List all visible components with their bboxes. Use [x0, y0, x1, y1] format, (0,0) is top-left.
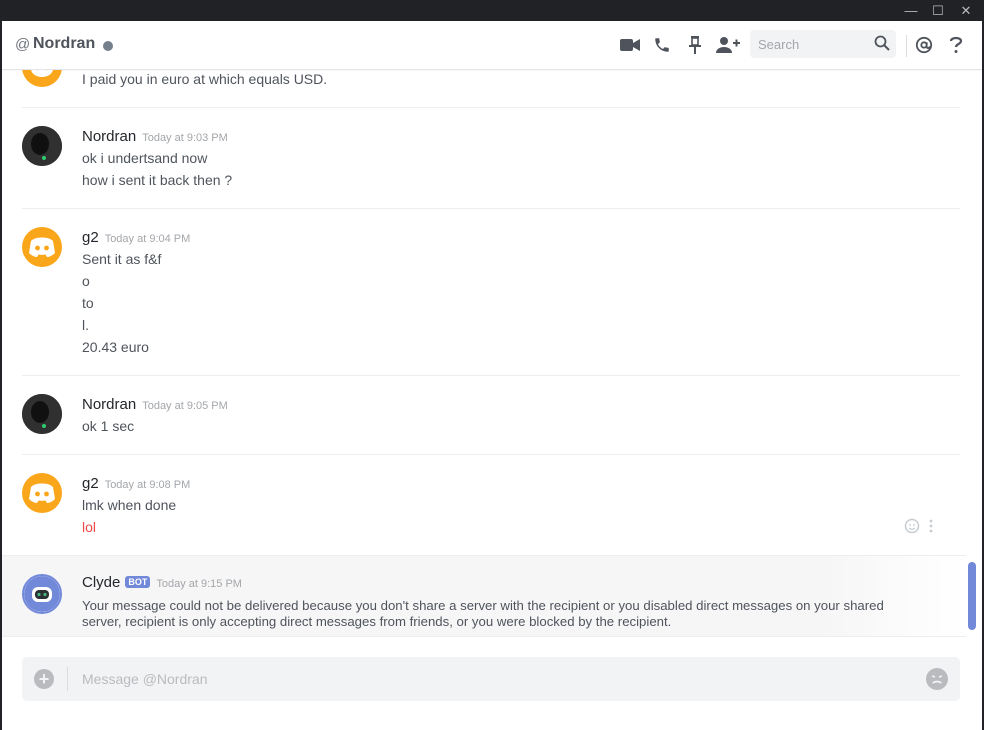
message-text: how i sent it back then ? — [82, 172, 233, 188]
more-options-icon[interactable] — [928, 518, 934, 539]
message-text: I paid you in euro at which equals USD. — [82, 71, 328, 87]
message-text: o — [82, 273, 90, 289]
message-author[interactable]: Nordran Today at 9:05 PM — [82, 396, 228, 413]
message-timestamp: Today at 9:03 PM — [142, 132, 228, 144]
author-name[interactable]: Clyde — [82, 574, 120, 591]
video-call-icon[interactable] — [619, 34, 641, 56]
message-author[interactable]: g2 Today at 9:04 PM — [82, 229, 190, 246]
message-item: Nordran Today at 9:05 PM ok 1 sec — [2, 376, 966, 454]
avatar[interactable] — [22, 227, 62, 267]
message-text: lmk when done — [82, 497, 177, 513]
message-author[interactable]: g2 Today at 9:08 PM — [82, 475, 190, 492]
message-text: lol — [82, 519, 97, 535]
message-item: Nordran Today at 9:03 PM ok i undertsand … — [2, 108, 966, 208]
pin-icon[interactable] — [684, 34, 706, 56]
message-divider — [2, 636, 966, 637]
message-text: Your message could not be delivered beca… — [82, 598, 884, 613]
message-text: to — [82, 295, 94, 311]
message-text: l. — [82, 317, 89, 333]
message-timestamp: Today at 9:04 PM — [104, 233, 191, 245]
message-item: g2 Today at 9:08 PM lmk when done lol — [2, 455, 966, 555]
message-composer[interactable]: + Message @Nordran — [22, 657, 960, 701]
close-button[interactable]: ✕ — [952, 0, 980, 21]
at-symbol-icon: @ — [15, 36, 31, 53]
message-text: ok 1 sec — [82, 418, 135, 434]
message-timestamp: Today at 9:15 PM — [156, 578, 242, 590]
message-timestamp: Today at 9:05 PM — [142, 400, 228, 412]
search-placeholder: Search — [758, 37, 800, 52]
message-author[interactable]: Clyde BOT Today at 9:15 PM — [82, 574, 242, 591]
voice-call-icon[interactable] — [651, 34, 673, 56]
message-author[interactable]: Nordran Today at 9:03 PM — [82, 128, 228, 145]
message-text: ok i undertsand now — [82, 150, 208, 166]
minimize-button[interactable]: — — [897, 0, 925, 21]
search-icon[interactable] — [874, 35, 890, 56]
add-friend-icon[interactable] — [715, 34, 741, 56]
channel-header: @ Nordran Search — [2, 21, 982, 70]
message-list[interactable]: I paid you in euro at which equals USD. … — [2, 70, 966, 640]
mention-icon[interactable] — [913, 34, 935, 56]
header-divider — [906, 35, 907, 57]
avatar[interactable] — [22, 126, 62, 166]
author-name[interactable]: g2 — [82, 229, 99, 246]
author-name[interactable]: Nordran — [82, 396, 136, 413]
avatar[interactable] — [22, 394, 62, 434]
status-offline-indicator — [103, 41, 113, 51]
window-titlebar: — ☐ ✕ — [0, 0, 984, 21]
message-item: I paid you in euro at which equals USD. — [2, 70, 966, 107]
message-text: server, recipient is only accepting dire… — [82, 614, 672, 629]
author-name[interactable]: g2 — [82, 475, 99, 492]
message-text: 20.43 euro — [82, 339, 149, 355]
message-text: Sent it as f&f — [82, 251, 162, 267]
avatar[interactable] — [22, 473, 62, 513]
avatar — [22, 70, 62, 87]
message-item: Clyde BOT Today at 9:15 PM Your message co… — [2, 556, 966, 636]
upload-plus-icon[interactable]: + — [34, 669, 54, 689]
emoji-picker-icon[interactable] — [926, 668, 948, 690]
bot-badge: BOT — [125, 576, 151, 588]
message-timestamp: Today at 9:08 PM — [104, 479, 191, 491]
author-name[interactable]: Nordran — [82, 128, 136, 145]
help-icon[interactable] — [945, 34, 967, 56]
scrollbar-thumb[interactable] — [968, 562, 976, 630]
message-item: g2 Today at 9:04 PM Sent it as f&f o to l… — [2, 209, 966, 375]
message-input[interactable]: Message @Nordran — [82, 671, 208, 687]
maximize-button[interactable]: ☐ — [924, 0, 952, 21]
channel-title: Nordran — [33, 35, 96, 52]
add-reaction-icon[interactable] — [904, 518, 920, 539]
search-input[interactable]: Search — [750, 30, 896, 58]
composer-divider — [67, 667, 68, 691]
avatar[interactable] — [22, 574, 62, 614]
message-scrollbar[interactable] — [968, 70, 976, 640]
